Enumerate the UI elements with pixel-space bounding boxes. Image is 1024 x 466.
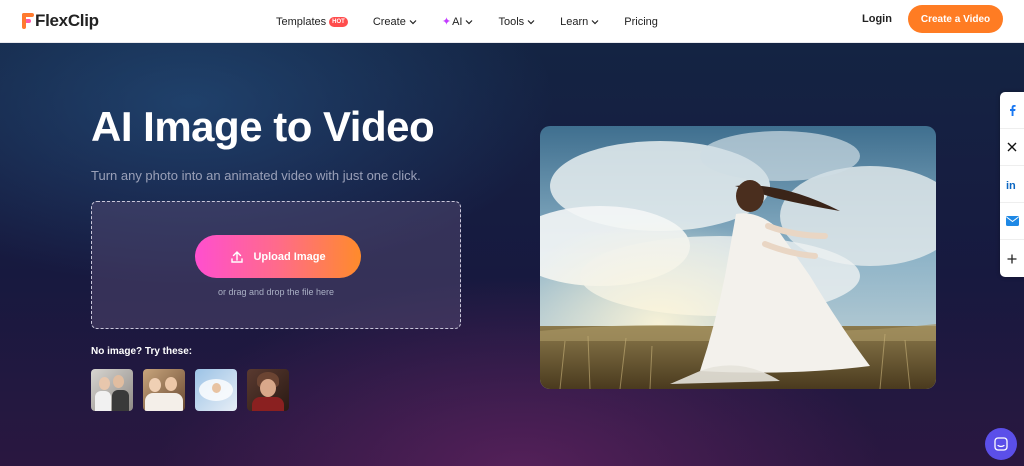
sample-images-label: No image? Try these: xyxy=(91,346,193,357)
nav-learn[interactable]: Learn xyxy=(560,16,599,28)
sample-images xyxy=(91,369,299,411)
chevron-down-icon xyxy=(409,19,417,24)
chevron-down-icon xyxy=(466,19,473,24)
nav-create-label: Create xyxy=(372,15,406,28)
email-icon xyxy=(1005,216,1019,226)
main-nav: Templates HOT Create ✦ AI Tools Learn Pr… xyxy=(276,0,683,43)
top-nav-bar: FlexClip Templates HOT Create ✦ AI Tools… xyxy=(0,0,1024,43)
logo-mark-icon xyxy=(22,13,34,29)
chevron-down-icon xyxy=(527,19,535,24)
nav-pricing[interactable]: Pricing xyxy=(624,16,658,28)
chevron-down-icon xyxy=(591,19,599,24)
nav-tools[interactable]: Tools xyxy=(498,16,535,28)
x-icon xyxy=(1007,142,1017,152)
linkedin-icon: in xyxy=(1006,180,1016,190)
upload-image-label: Upload Image xyxy=(253,250,326,263)
hero-section: AI Image to Video Turn any photo into an… xyxy=(0,43,1024,466)
chat-icon xyxy=(994,437,1008,451)
plus-icon xyxy=(1007,254,1017,263)
share-facebook[interactable] xyxy=(1000,92,1024,129)
share-linkedin[interactable]: in xyxy=(1000,166,1024,203)
nav-ai-label: AI xyxy=(452,15,463,28)
login-link[interactable]: Login xyxy=(862,13,892,25)
sample-image-women[interactable] xyxy=(143,369,185,411)
nav-learn-label: Learn xyxy=(560,15,589,28)
chat-support-button[interactable] xyxy=(985,428,1017,460)
nav-tools-label: Tools xyxy=(498,15,525,28)
share-more[interactable] xyxy=(1000,240,1024,277)
sample-image-angel[interactable] xyxy=(195,369,237,411)
facebook-icon xyxy=(1010,105,1016,116)
share-email[interactable] xyxy=(1000,203,1024,240)
upload-icon xyxy=(231,250,244,263)
sample-image-man[interactable] xyxy=(247,369,289,411)
drag-drop-hint: or drag and drop the file here xyxy=(217,287,335,297)
create-video-button[interactable]: Create a Video xyxy=(908,5,1003,33)
share-sidebar: in xyxy=(1000,92,1024,277)
nav-pricing-label: Pricing xyxy=(624,15,658,28)
page-title: AI Image to Video xyxy=(91,103,435,150)
flexclip-logo[interactable]: FlexClip xyxy=(22,10,99,32)
page-subtitle: Turn any photo into an animated video wi… xyxy=(91,168,421,183)
upload-image-button[interactable]: Upload Image xyxy=(195,235,361,278)
nav-templates-label: Templates xyxy=(276,15,327,28)
girl-in-field-image xyxy=(540,126,936,389)
upload-dropzone[interactable]: Upload Image or drag and drop the file h… xyxy=(91,201,461,329)
nav-create[interactable]: Create xyxy=(373,16,417,28)
nav-templates[interactable]: Templates HOT xyxy=(276,16,348,28)
hero-sample-video xyxy=(540,126,936,389)
sparkle-icon: ✦ xyxy=(441,16,452,28)
svg-text:in: in xyxy=(1006,180,1016,190)
share-x[interactable] xyxy=(1000,129,1024,166)
hot-badge: HOT xyxy=(329,16,348,27)
logo-text: FlexClip xyxy=(35,11,99,30)
sample-image-couple[interactable] xyxy=(91,369,133,411)
nav-ai[interactable]: ✦ AI xyxy=(442,15,474,28)
